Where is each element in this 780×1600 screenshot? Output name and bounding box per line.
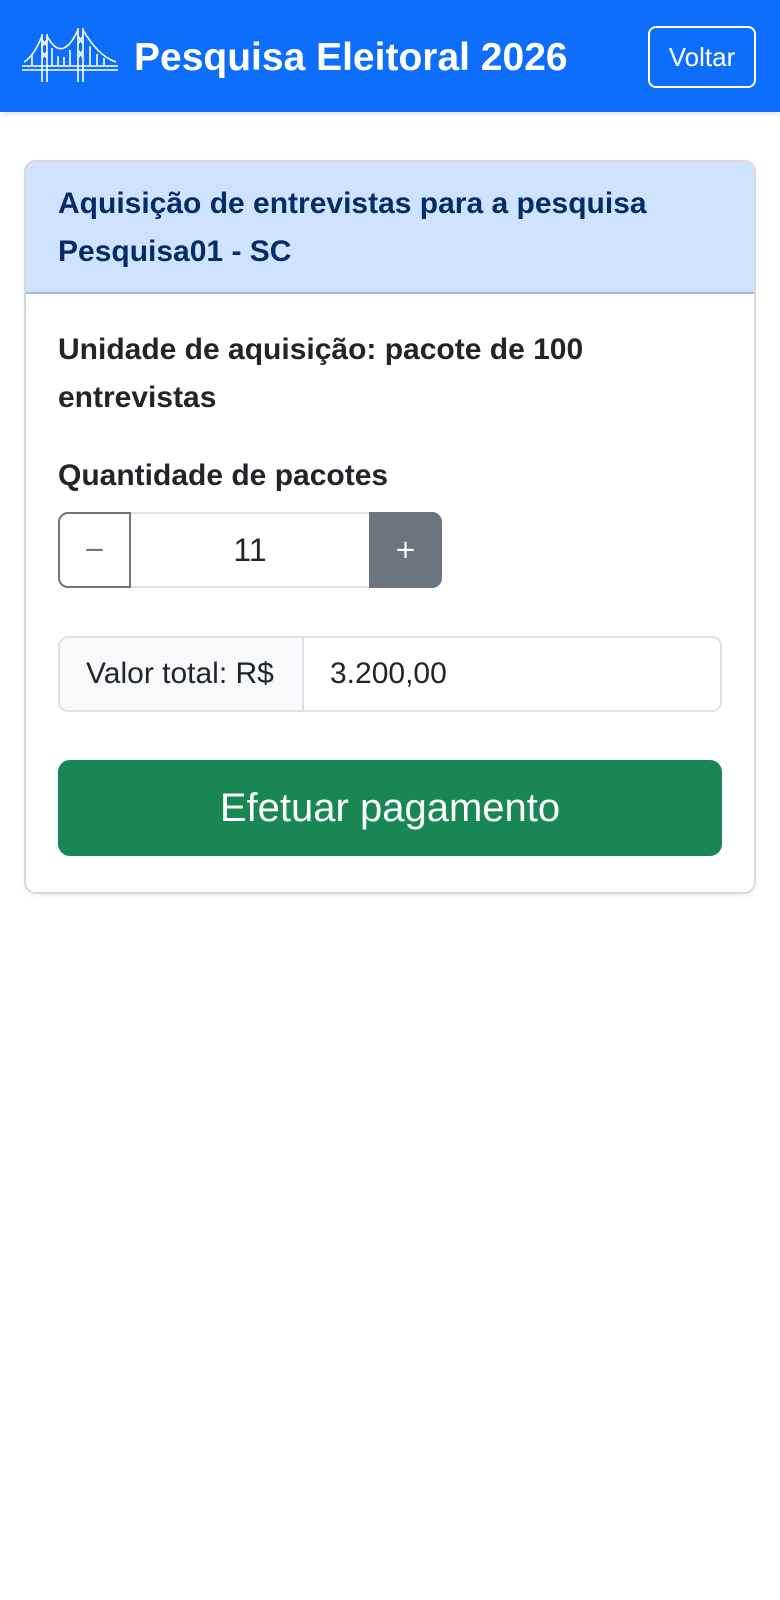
card-body: Unidade de aquisição: pacote de 100 entr… [26, 294, 754, 856]
bridge-icon [22, 28, 118, 82]
top-navbar: Pesquisa Eleitoral 2026 Voltar [0, 0, 780, 112]
acquisition-unit-text: Unidade de aquisição: pacote de 100 entr… [58, 333, 584, 414]
quantity-stepper: − + [58, 512, 442, 588]
decrement-button[interactable]: − [58, 512, 131, 588]
pay-button[interactable]: Efetuar pagamento [58, 760, 722, 856]
purchase-card: Aquisição de entrevistas para a pesquisa… [24, 160, 756, 894]
increment-button[interactable]: + [369, 512, 442, 588]
card-header: Aquisição de entrevistas para a pesquisa… [26, 162, 754, 294]
total-value-field [304, 638, 720, 710]
app-title: Pesquisa Eleitoral 2026 [134, 36, 568, 79]
back-button[interactable]: Voltar [648, 26, 756, 88]
total-value-group: Valor total: R$ [58, 636, 722, 712]
quantity-label: Quantidade de pacotes [58, 459, 389, 492]
card-header-line1: Aquisição de entrevistas para a pesquisa [58, 187, 647, 220]
quantity-input[interactable] [131, 512, 369, 588]
total-value-label: Valor total: R$ [60, 638, 304, 710]
card-header-line2: Pesquisa01 - SC [58, 235, 292, 268]
